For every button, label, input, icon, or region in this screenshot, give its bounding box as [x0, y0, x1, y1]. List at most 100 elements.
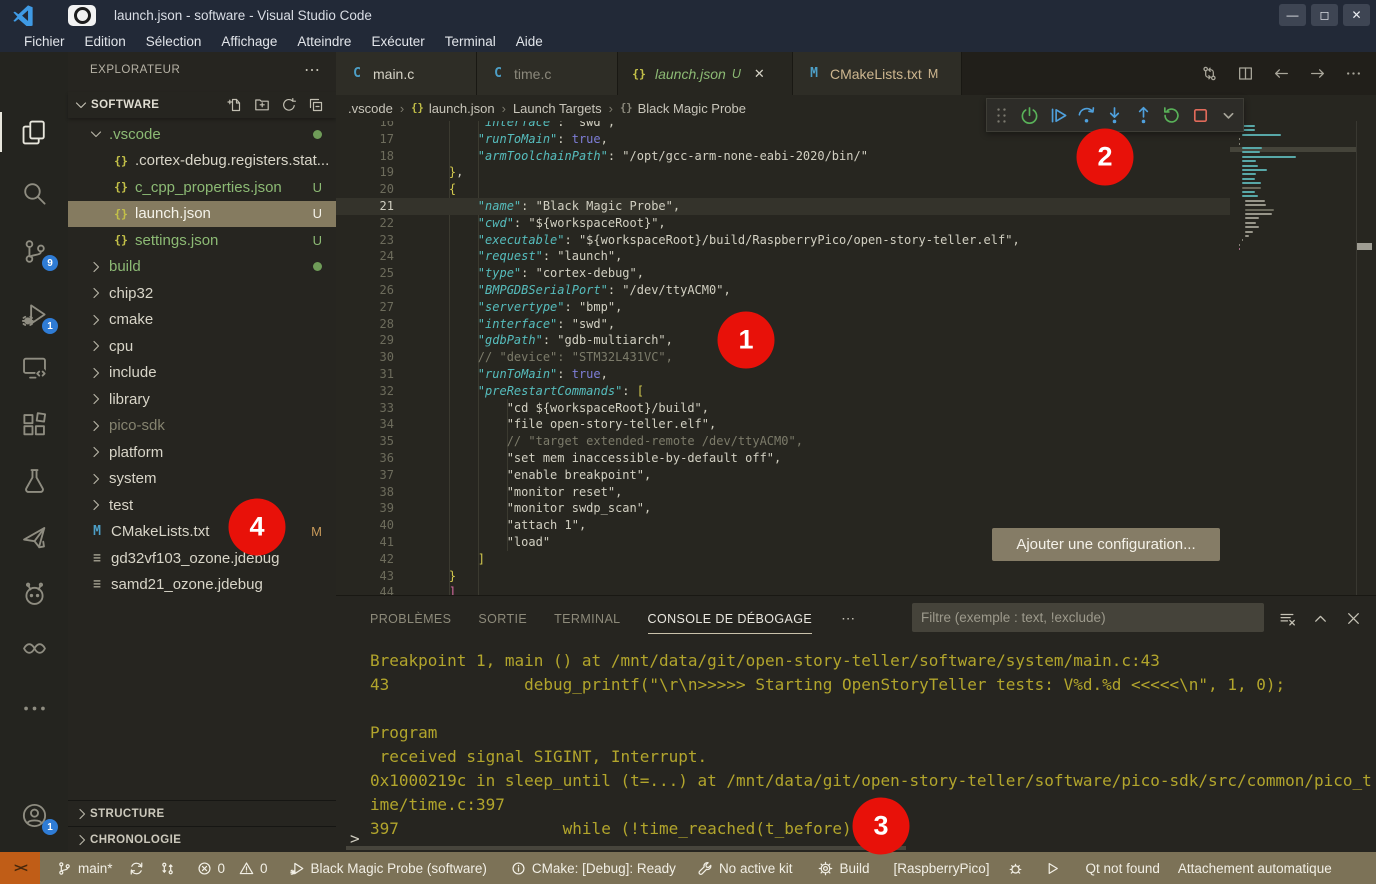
code-line-29[interactable]: 29 "gdbPath": "gdb-multiarch",: [336, 332, 1230, 349]
editor-scrollbar[interactable]: [1356, 121, 1376, 595]
status-debug-launch[interactable]: Black Magic Probe (software): [283, 852, 494, 884]
refresh-button[interactable]: [281, 97, 297, 113]
code-line-26[interactable]: 26 "BMPGDBSerialPort": "/dev/ttyACM0",: [336, 282, 1230, 299]
code-line-39[interactable]: 39 "monitor swdp_scan",: [336, 500, 1230, 517]
breadcrumb-item[interactable]: launch.json: [429, 101, 495, 116]
status-qt-status[interactable]: Qt not found: [1079, 852, 1167, 884]
code-line-44[interactable]: 44 ]: [336, 584, 1230, 595]
outline-section[interactable]: STRUCTURE: [68, 800, 336, 827]
code-line-22[interactable]: 22 "cwd": "${workspaceRoot}",: [336, 215, 1230, 232]
new-folder-button[interactable]: [254, 97, 270, 113]
tree-item-cpu[interactable]: cpu: [68, 333, 336, 360]
menu-s-lection[interactable]: Sélection: [136, 30, 212, 52]
status-git-compare[interactable]: [153, 852, 182, 884]
status-cmake-build[interactable]: Build: [811, 852, 876, 884]
code-line-31[interactable]: 31 "runToMain": true,: [336, 366, 1230, 383]
code-line-37[interactable]: 37 "enable breakpoint",: [336, 467, 1230, 484]
code-line-28[interactable]: 28 "interface": "swd",: [336, 316, 1230, 333]
breadcrumb-item[interactable]: Black Magic Probe: [638, 101, 746, 116]
status-sync[interactable]: [122, 852, 151, 884]
status-warnings[interactable]: 0: [232, 852, 275, 884]
nav-forward-button[interactable]: [1309, 65, 1326, 82]
tree-item-cmakelists-txt[interactable]: MCMakeLists.txtM: [68, 519, 336, 546]
code-line-25[interactable]: 25 "type": "cortex-debug",: [336, 265, 1230, 282]
code-line-21[interactable]: 21 "name": "Black Magic Probe",: [336, 198, 1230, 215]
panel-hscrollbar-thumb[interactable]: [346, 846, 906, 850]
panel-tab-probl-mes[interactable]: PROBLÈMES: [370, 596, 451, 641]
nav-back-button[interactable]: [1273, 65, 1290, 82]
status-errors[interactable]: 0: [190, 852, 233, 884]
tab-cmakelists-txt[interactable]: MCMakeLists.txtM: [793, 52, 962, 95]
tree-item-library[interactable]: library: [68, 386, 336, 413]
breadcrumb-item[interactable]: Launch Targets: [513, 101, 602, 116]
tree-item-launch-json[interactable]: {}launch.jsonU: [68, 201, 336, 228]
code-line-27[interactable]: 27 "servertype": "bmp",: [336, 299, 1230, 316]
activity-search[interactable]: [0, 167, 68, 219]
panel-tab-console-de-d-bogage[interactable]: CONSOLE DE DÉBOGAGE: [648, 596, 813, 641]
code-line-35[interactable]: 35 // "target extended-remote /dev/ttyAC…: [336, 433, 1230, 450]
editor-scrollbar-thumb[interactable]: [1357, 243, 1372, 250]
more-actions-button[interactable]: [1345, 65, 1362, 82]
close-tab-icon[interactable]: ✕: [754, 66, 765, 82]
debug-continue-button[interactable]: [1044, 99, 1072, 131]
activity-infinity[interactable]: [0, 622, 68, 674]
activity-extensions[interactable]: [0, 398, 68, 450]
debug-power-button[interactable]: [1015, 99, 1043, 131]
debug-step-over-button[interactable]: [1072, 99, 1100, 131]
code-line-32[interactable]: 32 "preRestartCommands": [: [336, 383, 1230, 400]
activity-robot[interactable]: [0, 567, 68, 619]
timeline-section[interactable]: CHRONOLOGIE: [68, 826, 336, 853]
debug-stop-button[interactable]: [1186, 99, 1214, 131]
status-cmake-kit[interactable]: No active kit: [691, 852, 800, 884]
activity-remote-explorer[interactable]: [0, 341, 68, 393]
tab-launch-json[interactable]: {}launch.jsonU✕: [618, 52, 793, 95]
debug-chevron-down-button[interactable]: [1215, 99, 1243, 131]
status-auto-attach[interactable]: Attachement automatique: [1171, 852, 1339, 884]
maximize-button[interactable]: ◻: [1311, 4, 1338, 26]
menu-edition[interactable]: Edition: [75, 30, 136, 52]
code-line-38[interactable]: 38 "monitor reset",: [336, 484, 1230, 501]
code-line-34[interactable]: 34 "file open-story-teller.elf",: [336, 416, 1230, 433]
debug-restart-button[interactable]: [1158, 99, 1186, 131]
debug-step-out-button[interactable]: [1129, 99, 1157, 131]
code-line-24[interactable]: 24 "request": "launch",: [336, 248, 1230, 265]
code-line-30[interactable]: 30 // "device": "STM32L431VC",: [336, 349, 1230, 366]
console-filter-input[interactable]: [912, 603, 1264, 632]
code-line-43[interactable]: 43 }: [336, 568, 1230, 585]
code-editor[interactable]: 16 "interface": "swd",17 "runToMain": tr…: [336, 121, 1230, 595]
tree-item-gd32vf103-ozone-jdebug[interactable]: ≡gd32vf103_ozone.jdebug: [68, 545, 336, 572]
status-cmake-run[interactable]: [1038, 852, 1067, 884]
new-file-button[interactable]: [227, 97, 243, 113]
activity-source-control[interactable]: 9: [0, 225, 68, 277]
compare-changes-button[interactable]: [1201, 65, 1218, 82]
code-line-23[interactable]: 23 "executable": "${workspaceRoot}/build…: [336, 232, 1230, 249]
collapse-panel-button[interactable]: [1312, 610, 1329, 627]
debug-step-into-button[interactable]: [1101, 99, 1129, 131]
status-cmake-status[interactable]: CMake: [Debug]: Ready: [504, 852, 683, 884]
tree-item-cortex-debug-registers-stat[interactable]: {}.cortex-debug.registers.stat...: [68, 148, 336, 175]
minimap[interactable]: [1230, 121, 1356, 595]
activity-accounts[interactable]: 1: [0, 789, 68, 841]
tree-item-platform[interactable]: platform: [68, 439, 336, 466]
add-configuration-button[interactable]: Ajouter une configuration...: [992, 528, 1220, 561]
minimize-button[interactable]: —: [1279, 4, 1306, 26]
breadcrumb-item[interactable]: .vscode: [348, 101, 393, 116]
close-panel-button[interactable]: [1345, 610, 1362, 627]
panel-tab-terminal[interactable]: TERMINAL: [554, 596, 620, 641]
code-line-36[interactable]: 36 "set mem inaccessible-by-default off"…: [336, 450, 1230, 467]
remote-indicator[interactable]: ><: [0, 852, 40, 884]
menu-affichage[interactable]: Affichage: [211, 30, 287, 52]
menu-atteindre[interactable]: Atteindre: [287, 30, 361, 52]
panel-more-icon[interactable]: ⋯: [841, 610, 855, 627]
menu-terminal[interactable]: Terminal: [435, 30, 506, 52]
code-line-33[interactable]: 33 "cd ${workspaceRoot}/build",: [336, 400, 1230, 417]
tab-time-c[interactable]: Ctime.c: [477, 52, 618, 95]
activity-testing[interactable]: [0, 454, 68, 506]
workspace-section-header[interactable]: SOFTWARE: [68, 92, 336, 118]
menu-ex-cuter[interactable]: Exécuter: [361, 30, 434, 52]
tree-item-chip32[interactable]: chip32: [68, 280, 336, 307]
menu-fichier[interactable]: Fichier: [14, 30, 75, 52]
close-button[interactable]: ✕: [1343, 4, 1370, 26]
menu-aide[interactable]: Aide: [506, 30, 553, 52]
activity-run-and-debug[interactable]: 1: [0, 288, 68, 340]
